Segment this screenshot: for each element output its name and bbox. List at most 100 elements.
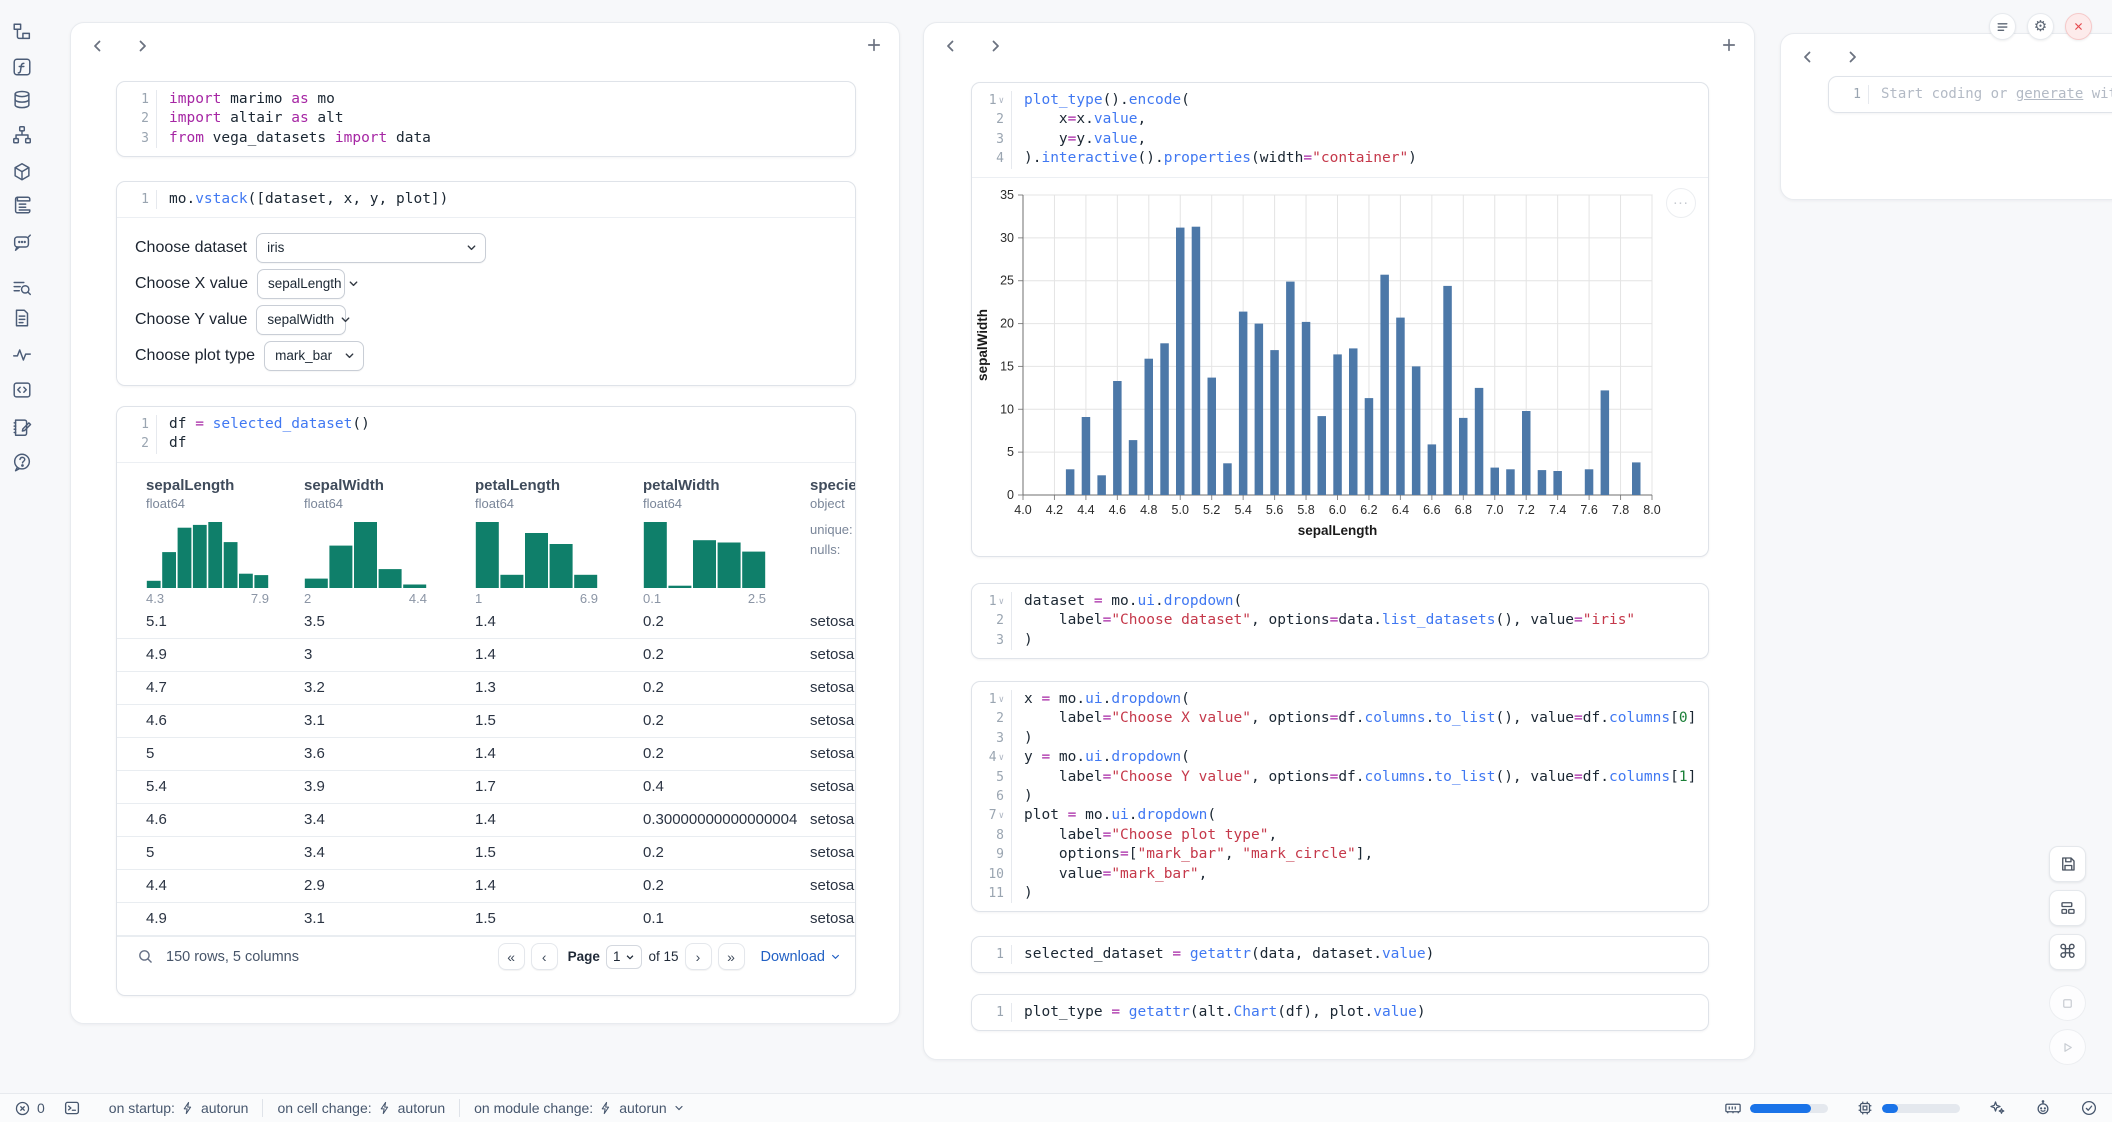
table-row[interactable]: 4.63.11.50.2setosa bbox=[117, 705, 855, 738]
sidebar-item-datasources[interactable] bbox=[11, 89, 33, 111]
altair-bar-chart[interactable]: 4.04.24.44.64.85.05.25.45.65.86.06.26.46… bbox=[972, 182, 1672, 544]
sidebar-item-functions[interactable] bbox=[11, 56, 33, 78]
code-editor[interactable]: 1plot_type = getattr(alt.Chart(df), plot… bbox=[972, 995, 1708, 1030]
choose-x-value-select[interactable]: sepalLength bbox=[257, 269, 345, 299]
command-palette-button[interactable]: ⌘ bbox=[2049, 934, 2086, 970]
sidebar-item-dependencies[interactable] bbox=[11, 124, 33, 146]
table-row[interactable]: 5.13.51.40.2setosa bbox=[117, 606, 855, 639]
column-header-species[interactable]: speciesobjectunique:nulls: bbox=[810, 477, 856, 606]
fold-chevron-icon[interactable]: ∨ bbox=[999, 92, 1004, 111]
add-cell-icon[interactable] bbox=[865, 36, 883, 54]
column-name: petalLength bbox=[475, 477, 643, 494]
shutdown-button[interactable] bbox=[2065, 13, 2092, 40]
chat-bot-button[interactable] bbox=[2020, 1099, 2066, 1117]
sidebar-item-packages[interactable] bbox=[11, 161, 33, 183]
cell-dataset-dropdown[interactable]: 1∨dataset = mo.ui.dropdown(2 label="Choo… bbox=[971, 583, 1709, 659]
chevron-right-icon[interactable] bbox=[133, 37, 151, 55]
line-number: 1 bbox=[996, 1003, 1004, 1022]
choose-plot-type-select[interactable]: mark_bar bbox=[264, 341, 364, 371]
fold-chevron-icon[interactable]: ∨ bbox=[999, 691, 1004, 710]
fold-chevron-icon[interactable]: ∨ bbox=[999, 749, 1004, 768]
table-footer: 150 rows, 5 columns«‹Page1of 15›»Downloa… bbox=[117, 936, 855, 977]
cell-empty-scratch[interactable]: 1 Start coding or generate with AI bbox=[1828, 76, 2112, 113]
logs-icon bbox=[11, 194, 33, 216]
download-button[interactable]: Download bbox=[761, 949, 842, 965]
column-header-petalWidth[interactable]: petalWidthfloat640.12.5 bbox=[643, 477, 810, 606]
code-placeholder[interactable]: Start coding or generate with AI bbox=[1869, 85, 2112, 104]
runtime-config-3[interactable]: on module change:autorun bbox=[459, 1099, 699, 1117]
chevron-left-icon[interactable] bbox=[942, 37, 960, 55]
sidebar-item-tracing[interactable] bbox=[11, 344, 33, 366]
choose-dataset-select[interactable]: iris bbox=[256, 233, 486, 263]
next-page-button[interactable]: › bbox=[685, 943, 712, 970]
table-cell: 3.2 bbox=[304, 679, 475, 696]
table-row[interactable]: 53.41.50.2setosa bbox=[117, 837, 855, 870]
runtime-config-2[interactable]: on cell change:autorun bbox=[262, 1099, 459, 1117]
prev-page-button[interactable]: ‹ bbox=[531, 943, 558, 970]
table-row[interactable]: 4.63.41.40.30000000000000004setosa bbox=[117, 804, 855, 837]
cell-plot[interactable]: 1∨plot_type().encode(2 x=x.value,3 y=y.v… bbox=[971, 82, 1709, 557]
table-row[interactable]: 4.73.21.30.2setosa bbox=[117, 672, 855, 705]
sidebar-item-snippets[interactable] bbox=[11, 379, 33, 401]
table-row[interactable]: 4.93.11.50.1setosa bbox=[117, 903, 855, 936]
code-editor[interactable]: 1df = selected_dataset()2df bbox=[117, 407, 855, 462]
line-number: 1 bbox=[996, 945, 1004, 964]
chevron-left-icon[interactable] bbox=[1799, 48, 1817, 66]
table-row[interactable]: 4.42.91.40.2setosa bbox=[117, 870, 855, 903]
line-number: 5 bbox=[996, 768, 1004, 787]
table-row[interactable]: 4.931.40.2setosa bbox=[117, 639, 855, 672]
sidebar-item-documentation[interactable] bbox=[11, 307, 33, 329]
save-button[interactable] bbox=[2049, 846, 2086, 882]
hist-min: 1 bbox=[475, 591, 482, 606]
add-cell-icon[interactable] bbox=[1720, 36, 1738, 54]
page-select[interactable]: 1 bbox=[606, 945, 643, 969]
table-row[interactable]: 53.61.40.2setosa bbox=[117, 738, 855, 771]
control-label: Choose X value bbox=[135, 275, 248, 293]
first-page-button[interactable]: « bbox=[498, 943, 525, 970]
chevron-right-icon[interactable] bbox=[986, 37, 1004, 55]
ai-assist-button[interactable] bbox=[1974, 1099, 2020, 1117]
settings-button[interactable]: ⚙ bbox=[2027, 13, 2054, 40]
code-editor[interactable]: 1mo.vstack([dataset, x, y, plot]) bbox=[117, 182, 855, 217]
sidebar-item-logs[interactable] bbox=[11, 194, 33, 216]
search-icon[interactable] bbox=[137, 948, 154, 965]
code-editor[interactable]: 1∨plot_type().encode(2 x=x.value,3 y=y.v… bbox=[972, 83, 1708, 177]
error-indicator[interactable]: 0 bbox=[0, 1099, 59, 1117]
code-editor[interactable]: 1import marimo as mo2import altair as al… bbox=[117, 82, 855, 156]
code-editor[interactable]: 1∨dataset = mo.ui.dropdown(2 label="Choo… bbox=[972, 584, 1708, 658]
code-editor[interactable]: 1∨x = mo.ui.dropdown(2 label="Choose X v… bbox=[972, 682, 1708, 911]
cell-selected-dataset[interactable]: 1selected_dataset = getattr(data, datase… bbox=[971, 936, 1709, 973]
chevron-right-icon[interactable] bbox=[1843, 48, 1861, 66]
code-editor[interactable]: 1selected_dataset = getattr(data, datase… bbox=[972, 937, 1708, 972]
chevron-down-icon bbox=[344, 350, 355, 361]
control-label: Choose plot type bbox=[135, 347, 255, 365]
column-header-petalLength[interactable]: petalLengthfloat6416.9 bbox=[475, 477, 643, 606]
table-row[interactable]: 5.43.91.70.4setosa bbox=[117, 771, 855, 804]
connection-status-button[interactable] bbox=[2066, 1099, 2112, 1117]
sidebar-item-file-explorer[interactable] bbox=[11, 21, 33, 43]
column-header-sepalLength[interactable]: sepalLengthfloat644.37.9 bbox=[146, 477, 304, 606]
chevron-left-icon[interactable] bbox=[89, 37, 107, 55]
choose-y-value-select[interactable]: sepalWidth bbox=[256, 305, 346, 335]
terminal-button[interactable] bbox=[59, 1099, 95, 1117]
fold-chevron-icon[interactable]: ∨ bbox=[999, 807, 1004, 826]
sidebar-item-scratchpad[interactable] bbox=[11, 416, 33, 438]
cell-imports[interactable]: 1import marimo as mo2import altair as al… bbox=[116, 81, 856, 157]
stop-button[interactable] bbox=[2049, 985, 2086, 1021]
fold-chevron-icon[interactable]: ∨ bbox=[999, 593, 1004, 612]
layout-button[interactable] bbox=[2049, 890, 2086, 926]
x-axis-title: sepalLength bbox=[1298, 523, 1378, 538]
runtime-config-1[interactable]: on startup:autorun bbox=[95, 1099, 263, 1117]
cell-dataframe[interactable]: 1df = selected_dataset()2df sepalLengthf… bbox=[116, 406, 856, 996]
sidebar-item-ai-chat[interactable] bbox=[11, 231, 33, 253]
last-page-button[interactable]: » bbox=[718, 943, 745, 970]
run-button[interactable] bbox=[2049, 1029, 2086, 1065]
cell-xy-plot-dropdowns[interactable]: 1∨x = mo.ui.dropdown(2 label="Choose X v… bbox=[971, 681, 1709, 912]
sidebar-item-find[interactable] bbox=[11, 277, 33, 299]
cell-plot-type[interactable]: 1plot_type = getattr(alt.Chart(df), plot… bbox=[971, 994, 1709, 1031]
generate-link[interactable]: generate bbox=[2016, 86, 2083, 102]
cell-vstack[interactable]: 1mo.vstack([dataset, x, y, plot]) Choose… bbox=[116, 181, 856, 386]
sidebar-item-help[interactable] bbox=[11, 451, 33, 473]
minimap-menu-button[interactable] bbox=[1989, 13, 2016, 40]
column-header-sepalWidth[interactable]: sepalWidthfloat6424.4 bbox=[304, 477, 475, 606]
